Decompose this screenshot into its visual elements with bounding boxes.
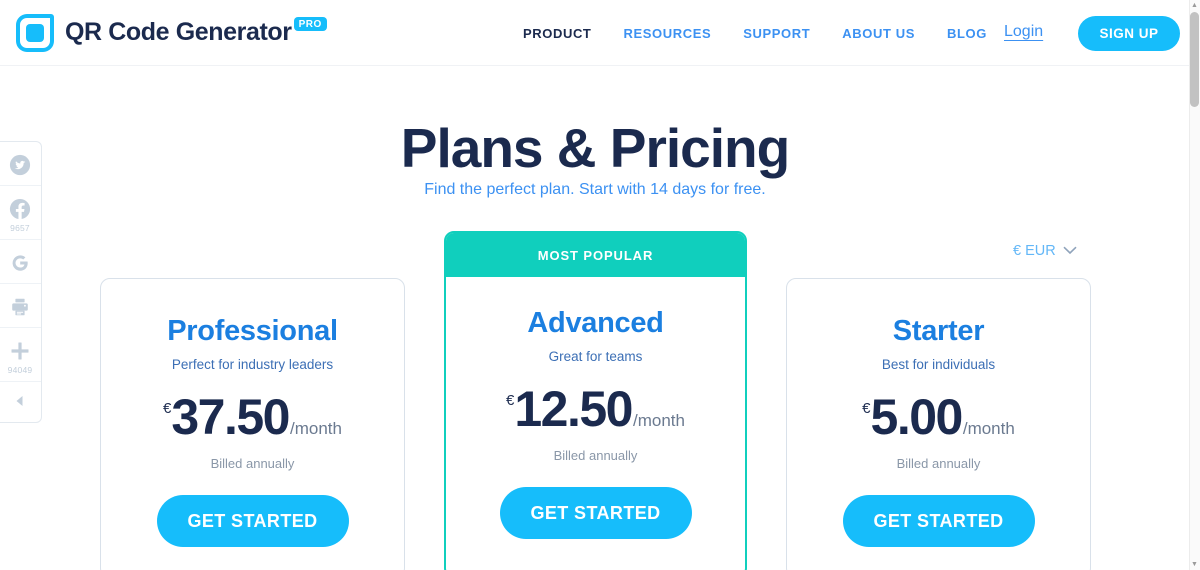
plan-name: Starter — [892, 315, 985, 347]
get-started-button-starter[interactable]: GET STARTED — [842, 495, 1035, 547]
nav-item-support[interactable]: SUPPORT — [743, 26, 810, 41]
plan-billing-note: Billed annually — [210, 456, 295, 471]
pro-badge: PRO — [293, 16, 327, 31]
page-subtitle: Find the perfect plan. Start with 14 day… — [424, 181, 766, 198]
plan-name: Professional — [167, 315, 338, 347]
plan-tagline: Best for individuals — [881, 357, 996, 372]
price-period: /month — [289, 419, 342, 438]
plan-card-starter: Starter Best for individuals € 5.00 /mon… — [786, 278, 1091, 570]
page-scrollbar[interactable]: ▲ ▼ — [1189, 0, 1200, 570]
brand-name-text: QR Code Generator — [65, 18, 292, 46]
get-started-button-advanced[interactable]: GET STARTED — [499, 487, 692, 539]
total-share-count: 94049 — [7, 365, 33, 375]
scroll-down-arrow-icon[interactable]: ▼ — [1191, 561, 1198, 568]
collapse-rail-button[interactable] — [0, 382, 41, 420]
main-navigation: PRODUCT RESOURCES SUPPORT ABOUT US BLOG — [523, 26, 987, 41]
price-period: /month — [962, 419, 1015, 438]
plan-billing-note: Billed annually — [896, 456, 981, 471]
page-title: Plans & Pricing — [400, 117, 790, 179]
brand-logo[interactable]: QR Code Generator PRO — [16, 13, 327, 52]
plan-price: € 37.50 /month — [101, 392, 404, 442]
price-currency-symbol: € — [862, 400, 871, 417]
plan-name: Advanced — [527, 307, 664, 339]
plan-tagline: Perfect for industry leaders — [171, 357, 334, 372]
get-started-button-professional[interactable]: GET STARTED — [156, 495, 349, 547]
print-button[interactable] — [0, 284, 41, 328]
most-popular-badge: MOST POPULAR — [446, 233, 745, 277]
plan-card-advanced: MOST POPULAR Advanced Great for teams € … — [444, 231, 747, 570]
price-currency-symbol: € — [506, 392, 515, 409]
collapse-left-icon — [13, 388, 27, 414]
scroll-up-arrow-icon[interactable]: ▲ — [1191, 2, 1198, 9]
plan-tagline: Great for teams — [548, 349, 643, 364]
sign-up-button[interactable]: SIGN UP — [1078, 16, 1180, 51]
share-more-button[interactable]: 94049 — [0, 328, 41, 382]
currency-label: € EUR — [1013, 243, 1056, 259]
price-amount: 12.50 — [514, 381, 633, 437]
pricing-page: QR Code Generator PRO PRODUCT RESOURCES S… — [0, 0, 1200, 570]
print-icon — [9, 294, 31, 320]
plus-icon — [8, 338, 32, 364]
plan-billing-note: Billed annually — [553, 448, 638, 463]
nav-item-product[interactable]: PRODUCT — [523, 26, 591, 41]
nav-item-blog[interactable]: BLOG — [947, 26, 987, 41]
price-amount: 5.00 — [870, 389, 964, 445]
price-currency-symbol: € — [163, 400, 172, 417]
price-amount: 37.50 — [171, 389, 290, 445]
nav-item-resources[interactable]: RESOURCES — [623, 26, 711, 41]
brand-name: QR Code Generator PRO — [65, 16, 327, 47]
price-period: /month — [632, 411, 685, 430]
facebook-share-count: 9657 — [10, 223, 30, 233]
site-header: QR Code Generator PRO PRODUCT RESOURCES S… — [0, 0, 1190, 66]
nav-item-about-us[interactable]: ABOUT US — [842, 26, 915, 41]
scrollbar-thumb[interactable] — [1190, 12, 1199, 107]
chevron-down-icon — [1063, 243, 1077, 259]
share-google-button[interactable] — [0, 240, 41, 284]
plan-price: € 5.00 /month — [787, 392, 1090, 442]
qr-code-icon — [16, 13, 54, 52]
facebook-icon — [9, 196, 31, 222]
plan-price: € 12.50 /month — [446, 384, 745, 434]
currency-selector[interactable]: € EUR — [1013, 243, 1077, 259]
login-link[interactable]: Login — [1004, 23, 1043, 41]
plan-card-professional: Professional Perfect for industry leader… — [100, 278, 405, 570]
google-icon — [9, 250, 31, 276]
